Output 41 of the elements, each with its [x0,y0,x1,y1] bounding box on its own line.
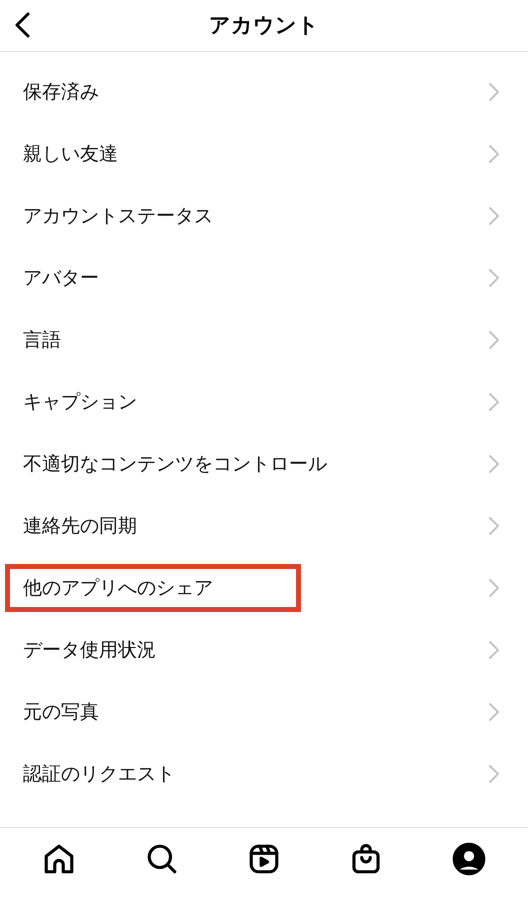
chevron-right-icon [488,330,500,350]
menu-row[interactable]: 認証のリクエスト [0,743,528,805]
menu-row[interactable]: アカウントステータス [0,185,528,247]
chevron-right-icon [488,702,500,722]
menu-row[interactable]: 不適切なコンテンツをコントロール [0,433,528,495]
page-title: アカウント [209,12,319,39]
search-icon[interactable] [144,842,179,876]
video-play-icon[interactable] [246,842,281,876]
menu-row[interactable]: キャプション [0,371,528,433]
chevron-right-icon [488,454,500,474]
menu-row[interactable]: 保存済み [0,61,528,123]
menu-label: データ使用状況 [23,638,156,663]
menu-row[interactable]: 言語 [0,309,528,371]
chevron-right-icon [488,206,500,226]
menu-label: アバター [23,266,99,291]
chevron-right-icon [488,578,500,598]
chevron-right-icon [488,640,500,660]
menu-label: 言語 [23,328,61,353]
menu-row[interactable]: アバター [0,247,528,309]
menu-row[interactable]: 連絡先の同期 [0,495,528,557]
menu-label: 連絡先の同期 [23,514,137,539]
menu-label: 保存済み [23,80,99,105]
chevron-right-icon [488,268,500,288]
chevron-right-icon [488,392,500,412]
menu-label: 認証のリクエスト [23,762,175,787]
menu-label: 元の写真 [23,700,99,725]
menu-row[interactable]: 他のアプリへのシェア [0,557,528,619]
chevron-right-icon [488,82,500,102]
menu-label: 親しい友達 [23,142,118,167]
menu-label: アカウントステータス [23,204,213,229]
menu-row[interactable]: 元の写真 [0,681,528,743]
menu-label: 他のアプリへのシェア [23,576,213,601]
chevron-right-icon [488,764,500,784]
menu-row[interactable]: 親しい友達 [0,123,528,185]
home-icon[interactable] [42,842,76,876]
chevron-right-icon [488,516,500,536]
menu-label: キャプション [23,390,137,415]
chevron-right-icon [488,144,500,164]
profile-icon[interactable] [452,842,486,876]
menu-label: 不適切なコンテンツをコントロール [23,452,327,477]
menu-row[interactable]: データ使用状況 [0,619,528,681]
